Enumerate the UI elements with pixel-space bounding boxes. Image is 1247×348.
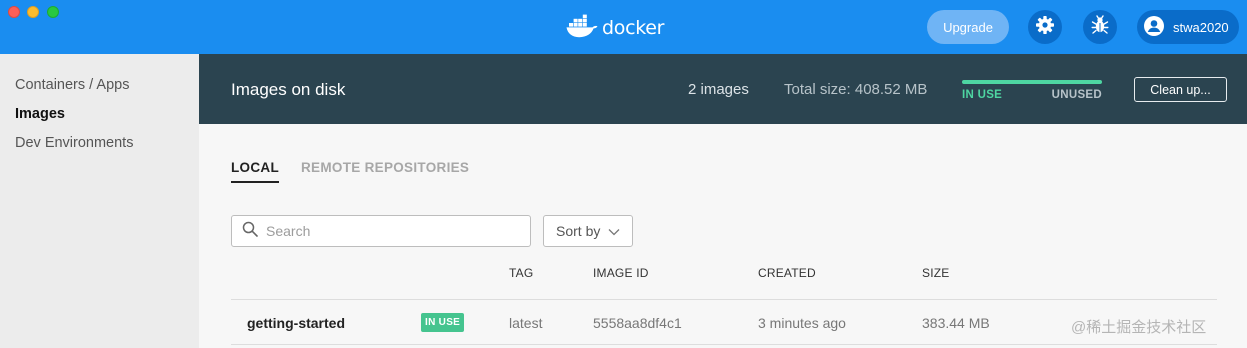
unused-label: UNUSED (1051, 89, 1102, 101)
page-title: Images on disk (231, 80, 346, 99)
total-size: Total size: 408.52 MB (784, 81, 928, 98)
docker-logo-text: docker (602, 17, 665, 39)
sidebar-item-containers[interactable]: Containers / Apps (15, 77, 129, 93)
troubleshoot-button[interactable] (1083, 10, 1117, 44)
upgrade-button[interactable]: Upgrade (927, 10, 1009, 44)
table-divider (231, 344, 1217, 345)
image-tag: latest (509, 315, 543, 331)
column-header-created[interactable]: CREATED (758, 266, 816, 280)
image-id: 5558aa8df4c1 (593, 315, 682, 331)
usage-bar-fill (962, 80, 1102, 84)
search-box[interactable] (231, 215, 531, 247)
watermark: @稀土掘金技术社区 (1071, 319, 1207, 336)
table-divider (231, 299, 1217, 300)
docker-whale-icon (566, 14, 598, 43)
tab-remote-repositories[interactable]: REMOTE REPOSITORIES (301, 160, 469, 181)
cleanup-button[interactable]: Clean up... (1134, 77, 1227, 102)
search-icon (242, 221, 258, 242)
column-header-size[interactable]: SIZE (922, 266, 949, 280)
status-badge: IN USE (421, 313, 465, 332)
image-name[interactable]: getting-started (247, 315, 345, 331)
images-header: Images on disk 2 images Total size: 408.… (199, 54, 1247, 124)
image-size: 383.44 MB (922, 315, 990, 331)
image-created: 3 minutes ago (758, 315, 846, 331)
title-bar: docker Upgrade stwa2020 (0, 0, 1247, 54)
sort-label: Sort by (556, 223, 601, 239)
sidebar-item-dev-environments[interactable]: Dev Environments (15, 135, 133, 151)
gear-icon (1035, 15, 1055, 40)
maximize-window-button[interactable] (47, 6, 59, 18)
bug-icon (1090, 14, 1110, 40)
chevron-down-icon (608, 223, 620, 239)
tab-local[interactable]: LOCAL (231, 160, 279, 183)
usage-bar (962, 80, 1102, 84)
username-label: stwa2020 (1173, 19, 1229, 35)
docker-logo: docker (566, 14, 664, 42)
close-window-button[interactable] (8, 6, 20, 18)
minimize-window-button[interactable] (27, 6, 39, 18)
in-use-label: IN USE (962, 89, 1003, 101)
settings-button[interactable] (1028, 10, 1062, 44)
column-header-image-id[interactable]: IMAGE ID (593, 266, 649, 280)
column-header-tag[interactable]: TAG (509, 266, 533, 280)
disk-usage-meter: IN USE UNUSED (962, 80, 1102, 101)
account-button[interactable]: stwa2020 (1137, 10, 1239, 44)
images-panel: LOCAL REMOTE REPOSITORIES Sort by TAG IM… (199, 124, 1247, 348)
sidebar-item-images[interactable]: Images (15, 106, 65, 122)
image-count: 2 images (688, 81, 749, 98)
sidebar: Containers / Apps Images Dev Environment… (0, 54, 199, 348)
search-input[interactable] (266, 223, 506, 239)
sort-dropdown[interactable]: Sort by (543, 215, 633, 247)
user-icon (1143, 15, 1165, 40)
